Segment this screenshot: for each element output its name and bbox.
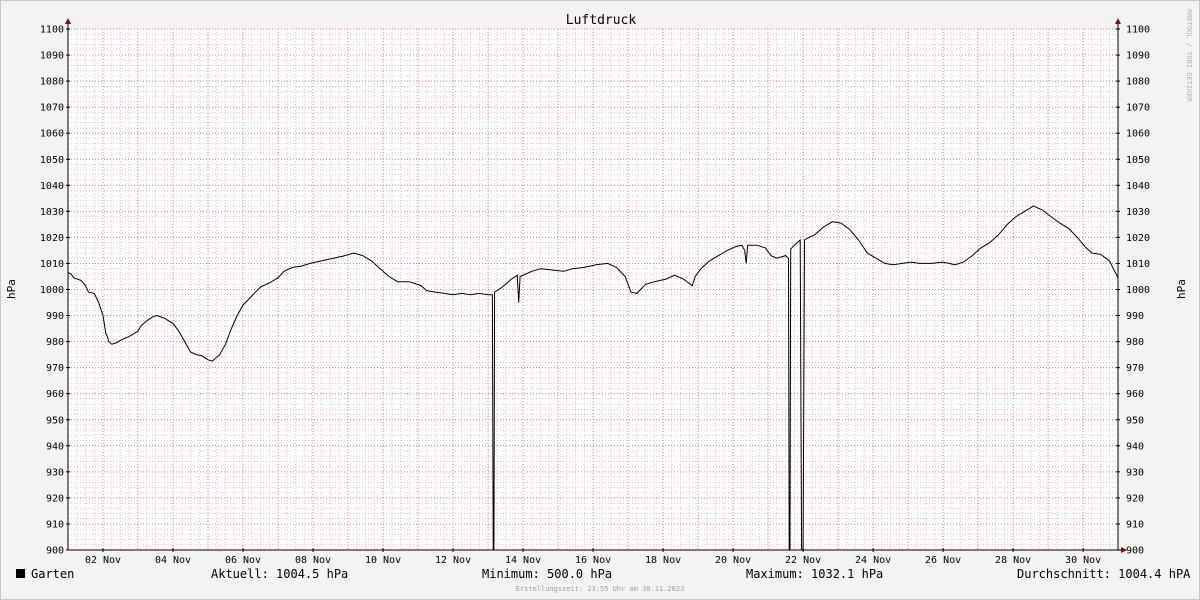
- x-tick-label: 02 Nov: [85, 555, 121, 566]
- y-tick-label-right: 920: [1126, 493, 1144, 504]
- y-tick-label-left: 1000: [40, 285, 64, 296]
- y-tick-label-left: 1090: [40, 51, 64, 62]
- watermark: RRDTOOL / TOBI OETIKER: [1185, 9, 1193, 103]
- chart-title: Luftdruck: [566, 13, 637, 28]
- legend-average: Durchschnitt: 1004.4 hPA: [1017, 567, 1191, 581]
- y-tick-label-left: 980: [46, 337, 64, 348]
- x-tick-label: 30 Nov: [1065, 555, 1101, 566]
- y-tick-label-right: 1100: [1126, 25, 1150, 36]
- chart-frame: Luftdruck hPa hPa RRDTOOL / TOBI OETIKER…: [0, 0, 1200, 600]
- y-tick-label-right: 990: [1126, 311, 1144, 322]
- x-tick-label: 14 Nov: [505, 555, 541, 566]
- x-tick-label: 18 Nov: [645, 555, 681, 566]
- y-axis-label-left: hPa: [5, 279, 18, 299]
- y-tick-label-right: 960: [1126, 389, 1144, 400]
- x-ticks: 02 Nov 04 Nov 06 Nov 08 Nov 10 Nov 12 Nov 14 N…: [85, 548, 1101, 566]
- y-tick-label-right: 1080: [1126, 77, 1150, 88]
- y-tick-label-right: 1050: [1126, 155, 1150, 166]
- y-tick-label-left: 1020: [40, 233, 64, 244]
- y-tick-label-left: 990: [46, 311, 64, 322]
- x-tick-label: 06 Nov: [225, 555, 261, 566]
- y-tick-label-right: 1030: [1126, 207, 1150, 218]
- y-tick-label-left: 1100: [40, 25, 64, 36]
- y-axis-label-right: hPa: [1175, 279, 1188, 299]
- y-tick-label-right: 910: [1126, 519, 1144, 530]
- y-tick-label-right: 1070: [1126, 103, 1150, 114]
- legend-minimum: Minimum: 500.0 hPa: [482, 567, 613, 581]
- y-tick-label-left: 910: [46, 519, 64, 530]
- y-tick-label-right: 980: [1126, 337, 1144, 348]
- y-axis-arrow-left: [65, 18, 71, 24]
- x-tick-label: 10 Nov: [365, 555, 401, 566]
- y-tick-label-left: 960: [46, 389, 64, 400]
- y-tick-label-right: 1000: [1126, 285, 1150, 296]
- x-tick-label: 26 Nov: [925, 555, 961, 566]
- y-tick-label-right: 1020: [1126, 233, 1150, 244]
- y-tick-label-left: 930: [46, 467, 64, 478]
- x-tick-label: 16 Nov: [575, 555, 611, 566]
- y-tick-label-left: 1060: [40, 129, 64, 140]
- y-tick-label-right: 1010: [1126, 259, 1150, 270]
- y-tick-label-right: 1090: [1126, 51, 1150, 62]
- y-tick-label-left: 940: [46, 441, 64, 452]
- y-tick-label-left: 920: [46, 493, 64, 504]
- footer-timestamp: Erstellungszeit: 23:55 Uhr am 30.11.2023: [515, 585, 685, 593]
- y-tick-label-right: 950: [1126, 415, 1144, 426]
- legend: Garten Aktuell: 1004.5 hPa Minimum: 500.…: [1, 567, 1199, 587]
- y-tick-label-right: 900: [1126, 546, 1144, 557]
- y-tick-label-right: 970: [1126, 363, 1144, 374]
- y-tick-label-left: 950: [46, 415, 64, 426]
- y-tick-label-left: 1050: [40, 155, 64, 166]
- y-tick-label-right: 1060: [1126, 129, 1150, 140]
- chart: Luftdruck hPa hPa RRDTOOL / TOBI OETIKER…: [5, 9, 1193, 566]
- x-tick-label: 28 Nov: [995, 555, 1031, 566]
- y-tick-label-left: 1010: [40, 259, 64, 270]
- y-tick-label-left: 1070: [40, 103, 64, 114]
- y-tick-label-right: 1040: [1126, 181, 1150, 192]
- y-tick-label-left: 1080: [40, 77, 64, 88]
- legend-current: Aktuell: 1004.5 hPa: [211, 567, 349, 581]
- y-tick-label-left: 900: [46, 546, 64, 557]
- x-tick-label: 04 Nov: [155, 555, 191, 566]
- x-tick-label: 24 Nov: [855, 555, 891, 566]
- y-tick-label-left: 1040: [40, 181, 64, 192]
- x-tick-label: 20 Nov: [715, 555, 751, 566]
- legend-swatch: [16, 569, 25, 578]
- y-tick-label-right: 930: [1126, 467, 1144, 478]
- y-axis-arrow-right: [1115, 18, 1121, 24]
- x-tick-label: 12 Nov: [435, 555, 471, 566]
- y-tick-label-left: 1030: [40, 207, 64, 218]
- y-tick-label-left: 970: [46, 363, 64, 374]
- x-tick-label: 08 Nov: [295, 555, 331, 566]
- legend-maximum: Maximum: 1032.1 hPa: [746, 567, 884, 581]
- x-tick-label: 22 Nov: [785, 555, 821, 566]
- legend-series-name: Garten: [31, 567, 75, 581]
- y-tick-label-right: 940: [1126, 441, 1144, 452]
